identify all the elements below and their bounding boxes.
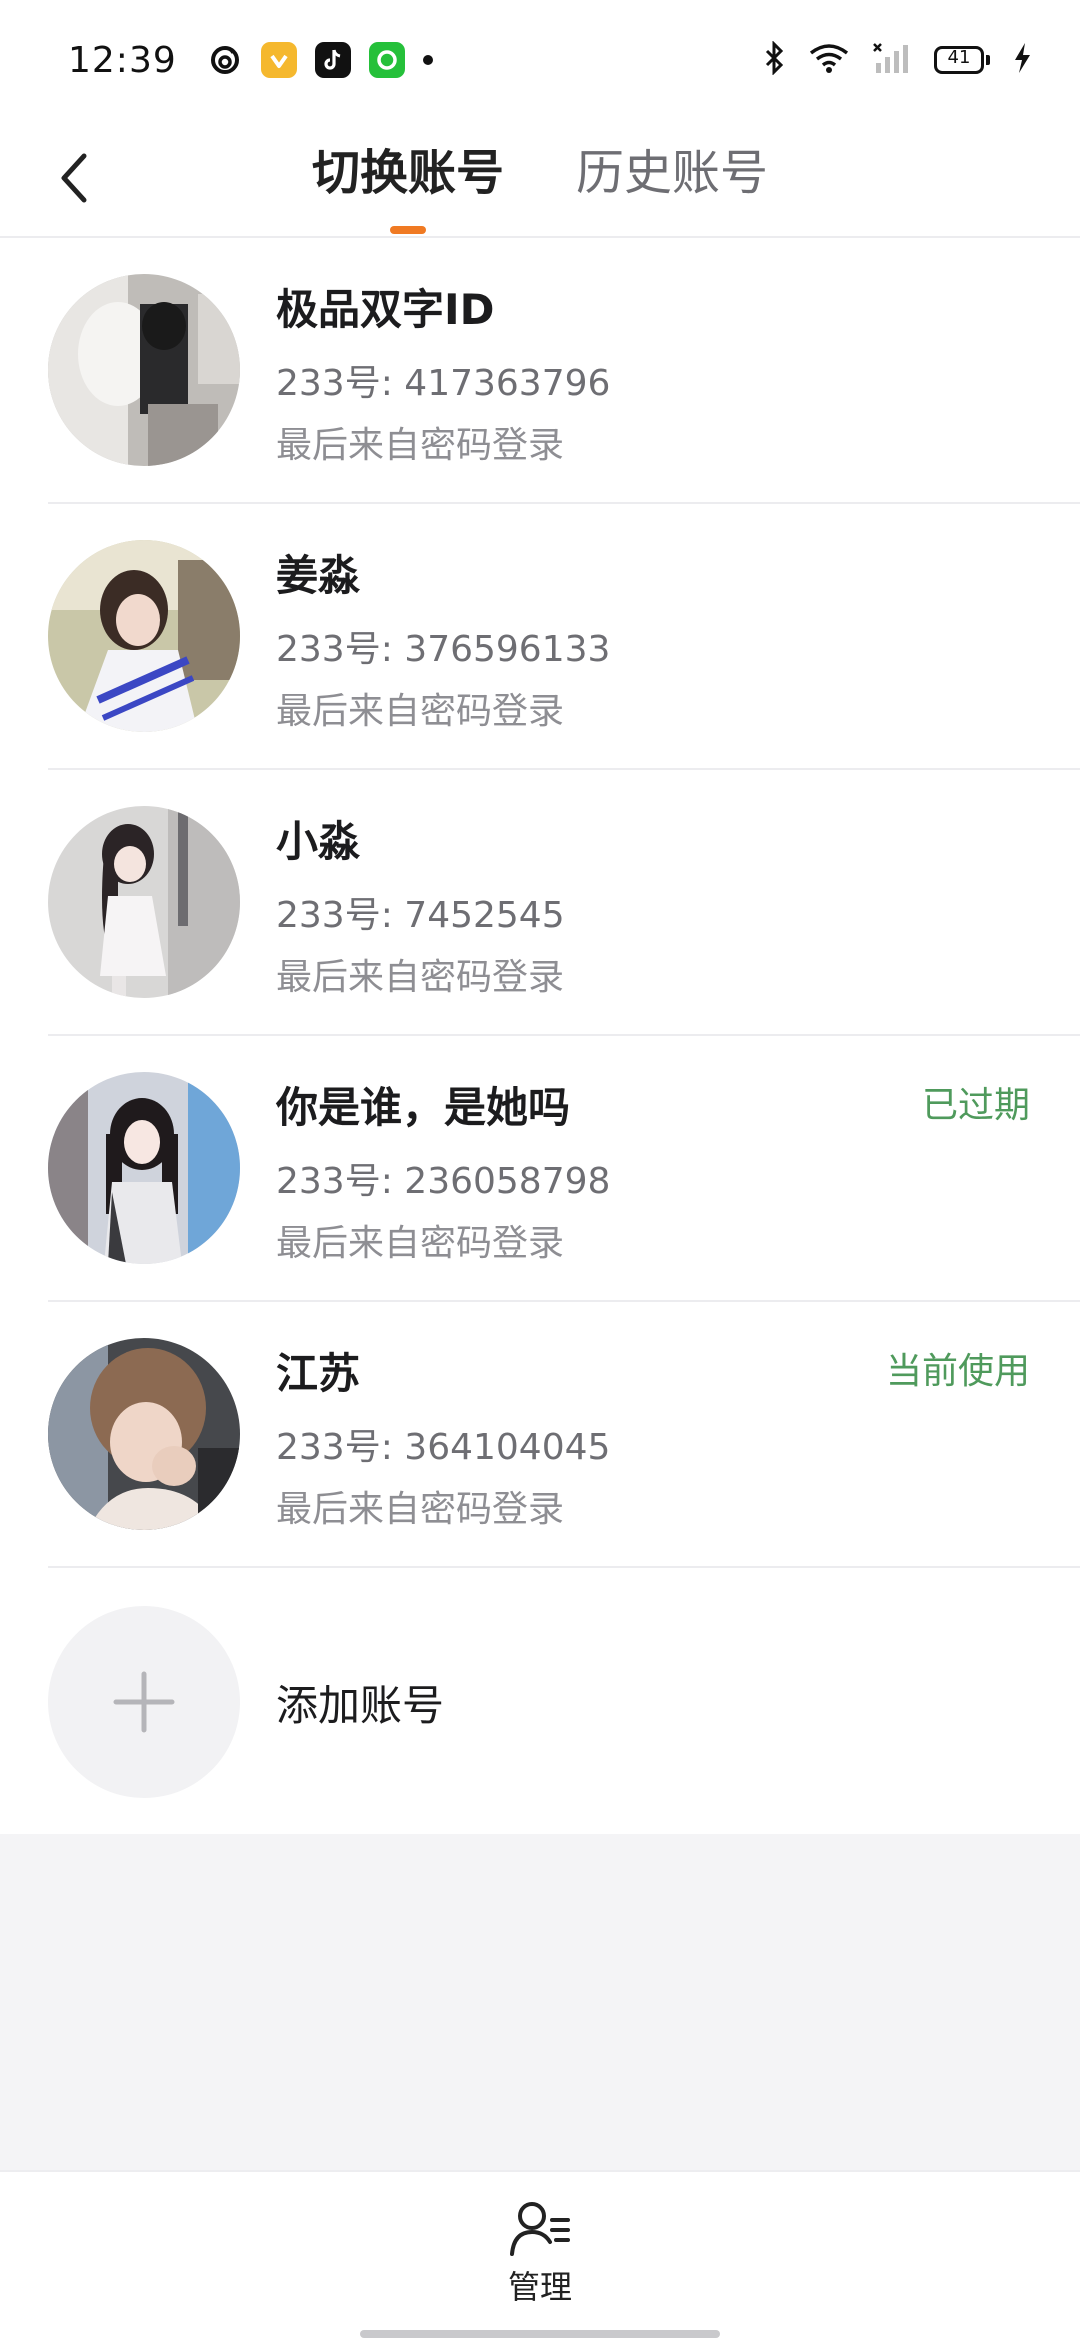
account-row[interactable]: 你是谁，是她吗 233号: 236058798 最后来自密码登录 已过期 xyxy=(0,1036,1080,1302)
add-account-button[interactable] xyxy=(48,1606,240,1798)
account-status: 当前使用 xyxy=(885,1351,1030,1392)
netease-music-icon xyxy=(207,42,243,78)
manage-label: 管理 xyxy=(507,2268,572,2306)
avatar xyxy=(48,806,240,998)
notification-dot-icon xyxy=(422,55,433,65)
signal-icon xyxy=(872,41,912,79)
back-arrow-icon xyxy=(61,153,87,203)
account-login-method: 最后来自密码登录 xyxy=(276,425,565,466)
account-row[interactable]: 小淼 233号: 7452545 最后来自密码登录 xyxy=(0,770,1080,1036)
avatar xyxy=(48,540,240,732)
battery-icon: 41 xyxy=(934,46,990,74)
account-list: 极品双字ID 233号: 417363796 最后来自密码登录 姜淼 233号:… xyxy=(0,238,1080,1834)
account-name: 姜淼 xyxy=(276,551,361,600)
home-indicator[interactable] xyxy=(360,2330,720,2338)
account-id: 233号: 364104045 xyxy=(276,1427,611,1468)
account-login-method: 最后来自密码登录 xyxy=(276,691,565,732)
account-login-method: 最后来自密码登录 xyxy=(276,1223,565,1264)
account-name: 江苏 xyxy=(276,1349,361,1398)
account-status: 已过期 xyxy=(921,1085,1030,1126)
wifi-icon xyxy=(808,42,850,78)
tiktok-icon xyxy=(314,42,351,78)
plus-icon xyxy=(113,1671,175,1733)
account-login-method: 最后来自密码登录 xyxy=(276,1489,565,1530)
user-manage-icon xyxy=(510,2202,570,2256)
avatar xyxy=(48,274,240,466)
status-app-icons xyxy=(207,42,433,78)
status-bar: 12:39 41 xyxy=(0,0,1080,120)
account-name: 小淼 xyxy=(276,817,361,866)
account-login-method: 最后来自密码登录 xyxy=(276,957,565,998)
tab-switch-account[interactable]: 切换账号 xyxy=(312,138,504,208)
battery-level: 41 xyxy=(947,47,971,68)
back-button[interactable] xyxy=(44,142,104,214)
bluetooth-icon xyxy=(762,40,786,79)
account-id: 233号: 376596133 xyxy=(276,629,611,670)
account-row[interactable]: 姜淼 233号: 376596133 最后来自密码登录 xyxy=(0,504,1080,770)
account-id: 233号: 417363796 xyxy=(276,363,611,404)
account-name: 你是谁，是她吗 xyxy=(276,1083,571,1132)
avatar xyxy=(48,1338,240,1530)
status-right-icons: 41 xyxy=(762,40,1032,79)
account-id: 233号: 236058798 xyxy=(276,1161,611,1202)
account-name: 极品双字ID xyxy=(276,285,495,334)
account-row[interactable]: 极品双字ID 233号: 417363796 最后来自密码登录 xyxy=(0,238,1080,504)
tab-history-account[interactable]: 历史账号 xyxy=(576,138,768,208)
manage-button[interactable]: 管理 xyxy=(490,2198,590,2320)
add-account-label: 添加账号 xyxy=(276,1681,445,1730)
account-switch-screen: 12:39 41 切换账号 历史账号 极品双字ID 233号: 41736379… xyxy=(0,0,1080,2340)
app-yellow-icon xyxy=(260,42,297,78)
tab-indicator xyxy=(390,226,426,234)
app-green-icon xyxy=(368,42,405,78)
account-row[interactable]: 江苏 233号: 364104045 最后来自密码登录 当前使用 xyxy=(0,1302,1080,1568)
avatar xyxy=(48,1072,240,1264)
charging-icon xyxy=(1012,41,1032,79)
header: 切换账号 历史账号 xyxy=(0,120,1080,238)
add-account-row[interactable]: 添加账号 xyxy=(0,1568,1080,1834)
status-time: 12:39 xyxy=(68,39,177,81)
bottom-bar: 管理 xyxy=(0,2170,1080,2340)
account-id: 233号: 7452545 xyxy=(276,895,565,936)
